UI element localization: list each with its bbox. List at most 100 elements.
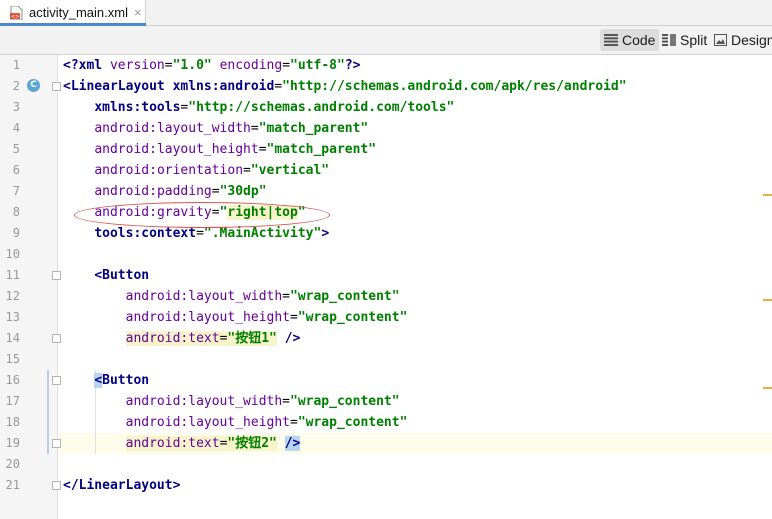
equals: =: [290, 310, 298, 325]
line-number: 13: [5, 310, 20, 324]
attr-value: "http://schemas.android.com/apk/res/andr…: [282, 79, 627, 94]
namespace-prefix: android:: [125, 331, 189, 346]
equals: =: [274, 79, 283, 94]
line-number: 17: [5, 394, 20, 408]
attr-name: version: [109, 58, 165, 73]
namespace-prefix: tools:: [94, 226, 142, 241]
code-editor[interactable]: 1 2 3 4 5 6 7 8 9 10 11 12 13 14 15 16 1…: [0, 55, 772, 519]
line-number: 12: [5, 289, 20, 303]
design-view-label: Design: [731, 32, 772, 48]
fold-toggle-icon[interactable]: [52, 271, 61, 280]
scrollbar-marker[interactable]: [763, 299, 772, 301]
equals: =: [211, 184, 220, 199]
attr-name: tools: [141, 100, 181, 115]
attr-value: "match_parent": [258, 121, 369, 136]
line-number: 18: [5, 415, 20, 429]
equals: =: [290, 415, 298, 430]
code-line-18: android:layout_height="wrap_content": [63, 412, 408, 433]
line-number: 5: [12, 142, 20, 156]
editor-mode-toolbar: Code Split Design: [0, 26, 772, 55]
line-number: 6: [12, 163, 20, 177]
equals: =: [282, 394, 290, 409]
code-line-21: </LinearLayout>: [63, 475, 180, 496]
attr-value: "vertical": [250, 163, 330, 178]
code-line-7: android:padding="30dp": [63, 181, 267, 202]
close-icon[interactable]: ×: [134, 6, 142, 19]
tag-close: />: [276, 331, 301, 346]
line-number: 16: [5, 373, 20, 387]
tag-open-bracket: <: [94, 373, 103, 388]
scrollbar-marker[interactable]: [763, 194, 772, 196]
namespace-prefix: android:: [125, 415, 189, 430]
editor-tab-bar: <> activity_main.xml ×: [0, 0, 772, 26]
attr-name: layout_width: [188, 394, 283, 409]
class-gutter-icon[interactable]: C: [27, 79, 40, 92]
xml-file-icon: <>: [10, 5, 23, 20]
namespace-prefix: android:: [125, 310, 189, 325]
tag-close: >: [321, 226, 330, 241]
tag-name: Button: [102, 373, 150, 388]
equals: =: [164, 58, 173, 73]
attr-value: "wrap_content": [290, 394, 400, 409]
equals: =: [282, 289, 290, 304]
attr-name: layout_height: [188, 310, 290, 325]
fold-toggle-icon[interactable]: [52, 481, 61, 490]
line-number: 19: [5, 436, 20, 450]
code-line-13: android:layout_height="wrap_content": [63, 307, 408, 328]
code-line-17: android:layout_width="wrap_content": [63, 391, 400, 412]
line-number: 21: [5, 478, 20, 492]
attr-value: ".MainActivity": [203, 226, 322, 241]
code-line-6: android:orientation="vertical": [63, 160, 329, 181]
code-lines-icon: [604, 34, 618, 46]
attr-name: text: [188, 436, 220, 451]
code-line-5: android:layout_height="match_parent": [63, 139, 376, 160]
attr-name: padding: [156, 184, 212, 199]
attr-name: layout_height: [188, 415, 290, 430]
fold-toggle-icon[interactable]: [52, 439, 61, 448]
line-number: 10: [5, 247, 20, 261]
code-line-12: android:layout_width="wrap_content": [63, 286, 400, 307]
code-line-4: android:layout_width="match_parent": [63, 118, 368, 139]
code-view-button[interactable]: Code: [600, 29, 660, 51]
xml-declaration-open: <?xml: [63, 58, 110, 73]
code-line-16: <Button: [63, 370, 149, 391]
line-number: 1: [12, 58, 20, 72]
fold-toggle-icon[interactable]: [52, 82, 61, 91]
attr-name: text: [188, 331, 220, 346]
attr-value: "30dp": [219, 184, 267, 199]
attr-value: "utf-8": [290, 58, 345, 73]
attr-name: context: [141, 226, 197, 241]
code-line-3: xmlns:tools="http://schemas.android.com/…: [63, 97, 454, 118]
svg-text:<>: <>: [11, 14, 19, 20]
split-view-icon: [662, 34, 676, 46]
namespace-prefix: android:: [94, 163, 157, 178]
code-line-2: <LinearLayout xmlns:android="http://sche…: [63, 76, 627, 97]
attr-value: "1.0": [172, 58, 212, 73]
scrollbar-marker[interactable]: [763, 387, 772, 389]
equals: =: [250, 121, 259, 136]
fold-toggle-icon[interactable]: [52, 334, 61, 343]
attr-name: layout_width: [188, 289, 283, 304]
split-view-button[interactable]: Split: [658, 29, 711, 51]
line-number: 3: [12, 100, 20, 114]
fold-toggle-icon[interactable]: [52, 376, 61, 385]
design-view-button[interactable]: Design: [710, 29, 772, 51]
attr-name: layout_height: [156, 142, 259, 157]
namespace-prefix: android:: [125, 394, 189, 409]
xml-declaration-close: ?>: [344, 58, 361, 73]
attr-name: encoding: [219, 58, 283, 73]
line-number: 7: [12, 184, 20, 198]
attr-value: "按钮2": [227, 436, 277, 451]
tab-activity-main[interactable]: <> activity_main.xml ×: [0, 0, 146, 26]
namespace-prefix: android:: [125, 289, 189, 304]
attr-value: "wrap_content": [297, 415, 408, 430]
code-view-label: Code: [622, 32, 656, 48]
attr-name: android: [219, 79, 275, 94]
line-number: 14: [5, 331, 20, 345]
